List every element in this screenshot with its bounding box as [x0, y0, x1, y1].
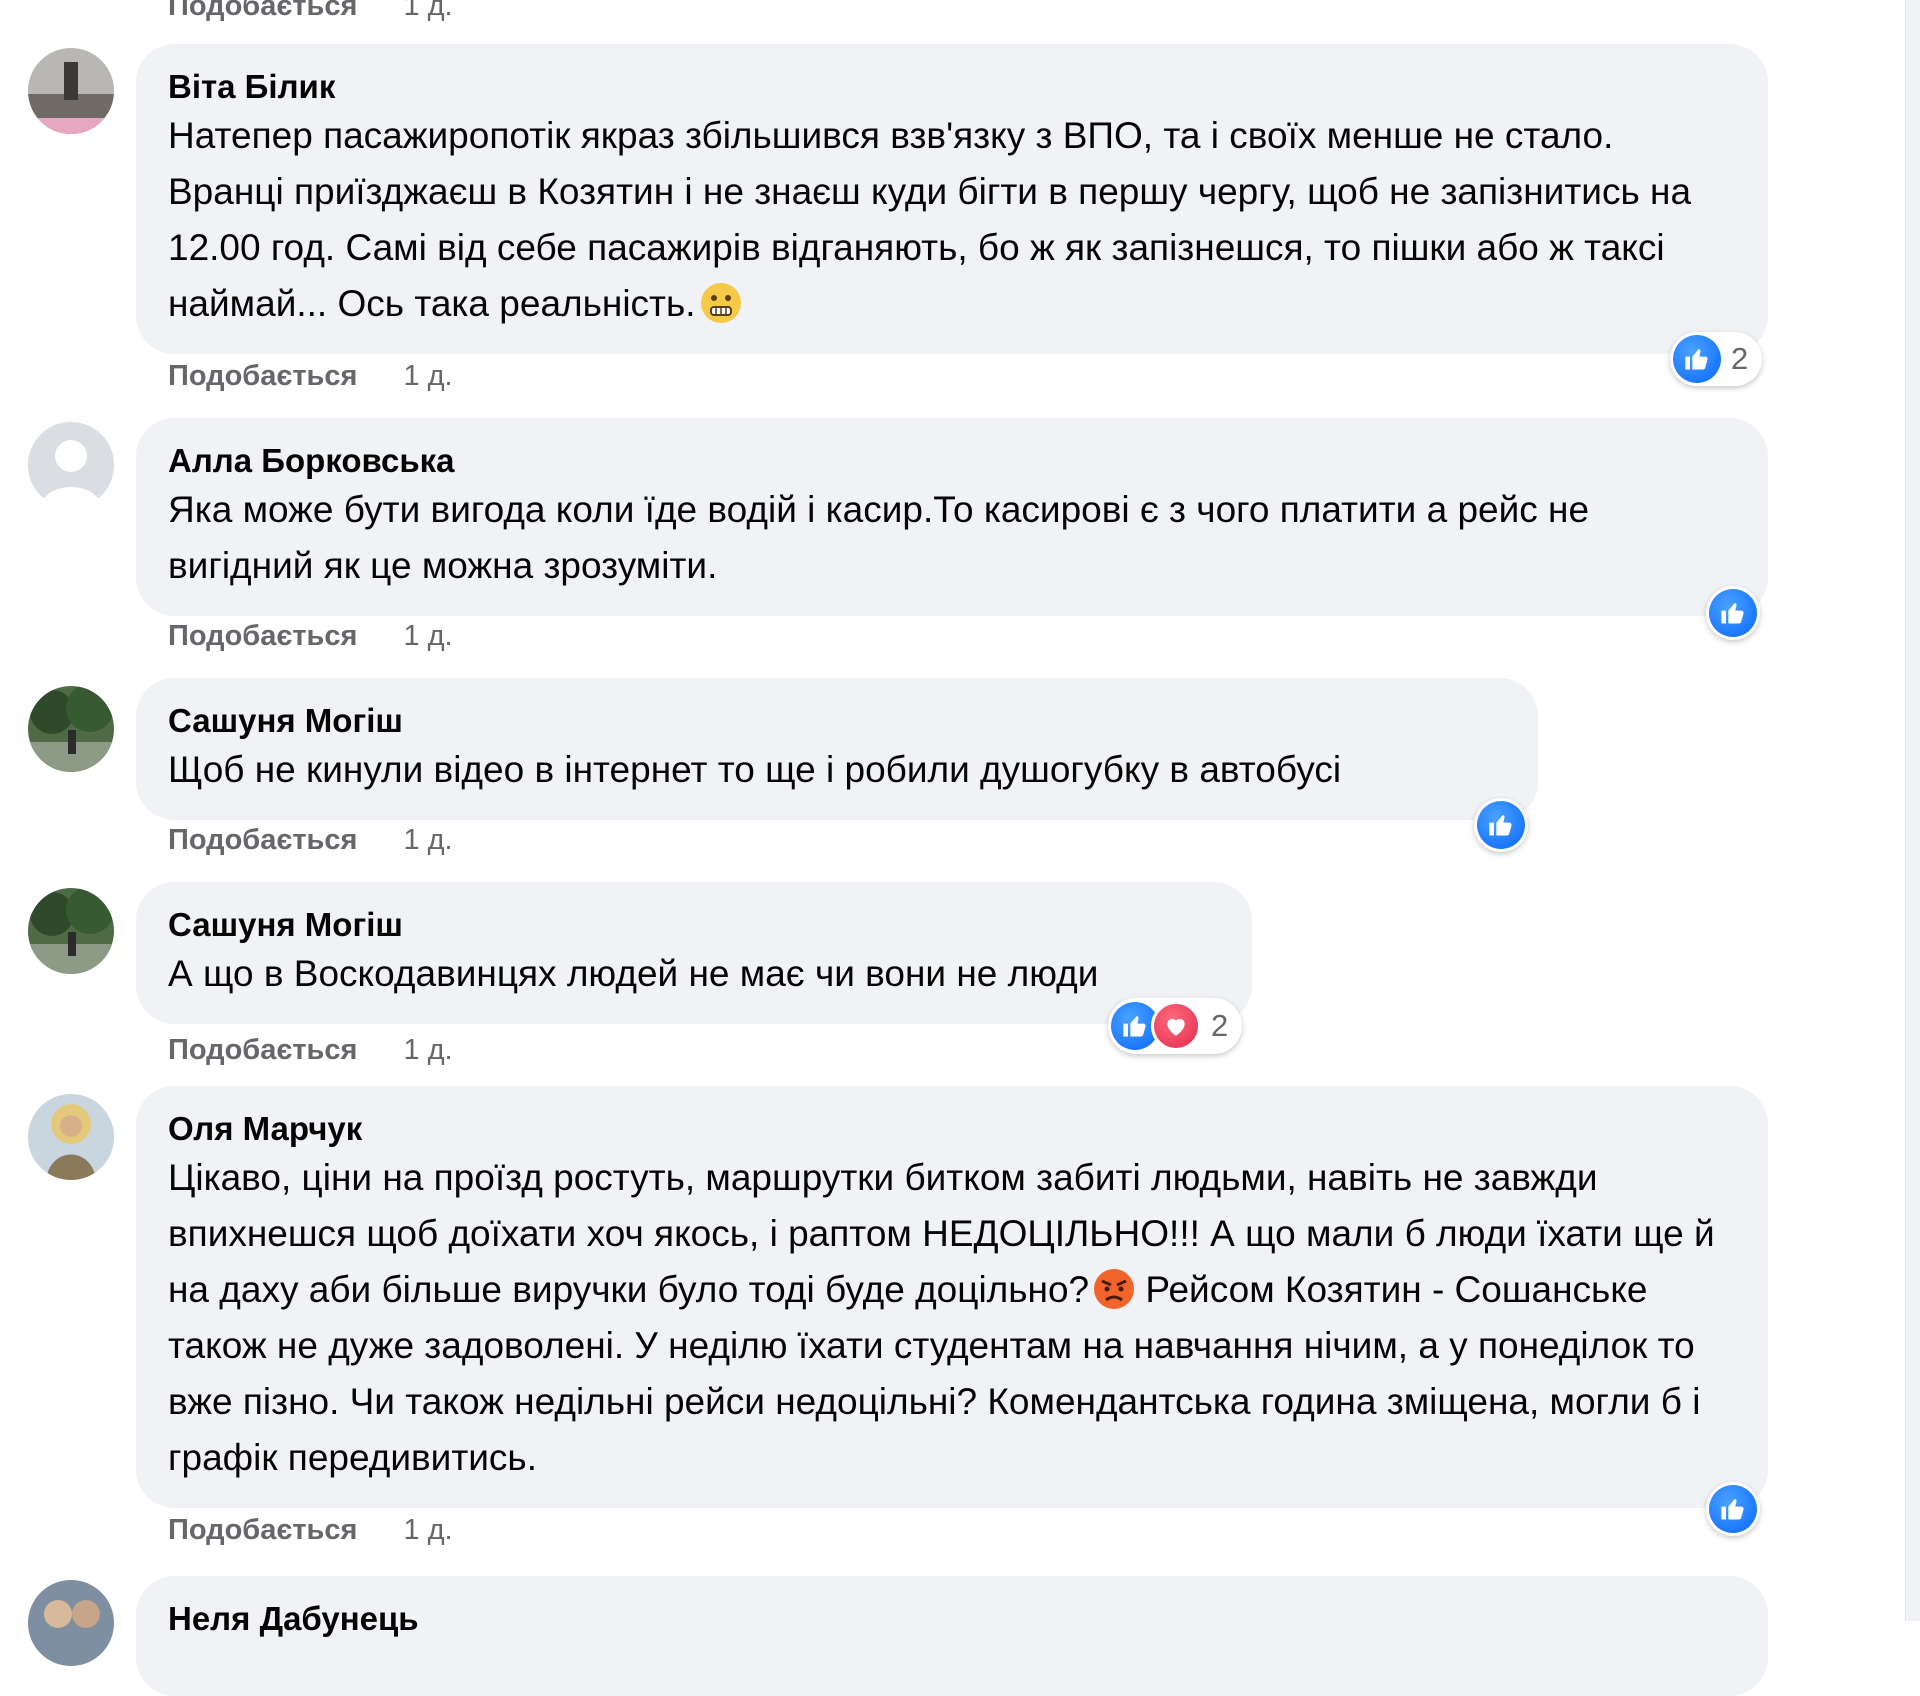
grimace-emoji-icon — [700, 282, 742, 324]
comment-author[interactable]: Сашуня Могіш — [168, 904, 1220, 946]
comment-author[interactable]: Сашуня Могіш — [168, 700, 1506, 742]
avatar[interactable] — [28, 686, 114, 772]
comment-time[interactable]: 1 д. — [403, 620, 452, 653]
comment-bubble: Неля Дабунець — [136, 1576, 1768, 1696]
reaction-count: 2 — [1731, 341, 1749, 376]
reaction-summary[interactable] — [1706, 586, 1760, 640]
like-link[interactable]: Подобається — [168, 620, 357, 653]
comment-text: Натепер пасажиропотік якраз збільшився в… — [168, 115, 1692, 324]
reaction-summary[interactable]: 2 — [1670, 332, 1763, 386]
avatar[interactable] — [28, 48, 114, 134]
like-link[interactable]: Подобається — [168, 824, 357, 857]
comment-time[interactable]: 1 д. — [403, 1514, 452, 1547]
comment-time[interactable]: 1 д. — [403, 1034, 452, 1067]
comment-meta: Подобається 1 д. — [168, 824, 453, 857]
like-link[interactable]: Подобається — [168, 1514, 357, 1547]
comment-meta: Подобається 1 д. — [168, 620, 453, 653]
reaction-summary[interactable] — [1706, 1482, 1760, 1536]
comment-meta-top: Подобається 1 д. — [168, 0, 453, 23]
reaction-count: 2 — [1211, 1008, 1229, 1043]
like-reaction-icon — [1709, 1485, 1757, 1533]
like-link[interactable]: Подобається — [168, 0, 357, 23]
like-reaction-icon — [1477, 801, 1525, 849]
like-link[interactable]: Подобається — [168, 360, 357, 393]
comment-meta: Подобається 1 д. — [168, 360, 453, 393]
like-reaction-icon — [1709, 589, 1757, 637]
reaction-summary[interactable] — [1474, 798, 1528, 852]
reaction-summary[interactable]: 2 — [1108, 998, 1243, 1054]
comment-meta: Подобається 1 д. — [168, 1514, 453, 1547]
comment-author[interactable]: Неля Дабунець — [168, 1598, 1736, 1640]
like-reaction-icon — [1673, 335, 1721, 383]
avatar[interactable] — [28, 1094, 114, 1180]
comment-text: Цікаво, ціни на проїзд ростуть, маршрутк… — [168, 1157, 1715, 1478]
comment-time[interactable]: 1 д. — [403, 360, 452, 393]
comment-bubble: Алла Борковська Яка може бути вигода кол… — [136, 418, 1768, 616]
comment-author[interactable]: Алла Борковська — [168, 440, 1736, 482]
avatar[interactable] — [28, 888, 114, 974]
comment-text: Щоб не кинули відео в інтернет то ще і р… — [168, 749, 1342, 790]
comment-time[interactable]: 1 д. — [403, 0, 452, 23]
comment-bubble: Сашуня Могіш Щоб не кинули відео в інтер… — [136, 678, 1538, 820]
comment-text: Яка може бути вигода коли їде водій і ка… — [168, 489, 1590, 586]
comment-meta: Подобається 1 д. — [168, 1034, 453, 1067]
love-reaction-icon — [1151, 1001, 1201, 1051]
comment-bubble: Віта Білик Натепер пасажиропотік якраз з… — [136, 44, 1768, 354]
comment-author[interactable]: Оля Марчук — [168, 1108, 1736, 1150]
comment-time[interactable]: 1 д. — [403, 824, 452, 857]
avatar[interactable] — [28, 1580, 114, 1666]
angry-emoji-icon — [1093, 1268, 1135, 1310]
avatar[interactable] — [28, 422, 114, 508]
comment-bubble: Оля Марчук Цікаво, ціни на проїзд ростут… — [136, 1086, 1768, 1508]
like-link[interactable]: Подобається — [168, 1034, 357, 1067]
comment-bubble: Сашуня Могіш А що в Воскодавинцях людей … — [136, 882, 1252, 1024]
comment-author[interactable]: Віта Білик — [168, 66, 1736, 108]
comment-text: А що в Воскодавинцях людей не має чи вон… — [168, 953, 1099, 994]
scrollbar-track[interactable] — [1905, 0, 1920, 1621]
